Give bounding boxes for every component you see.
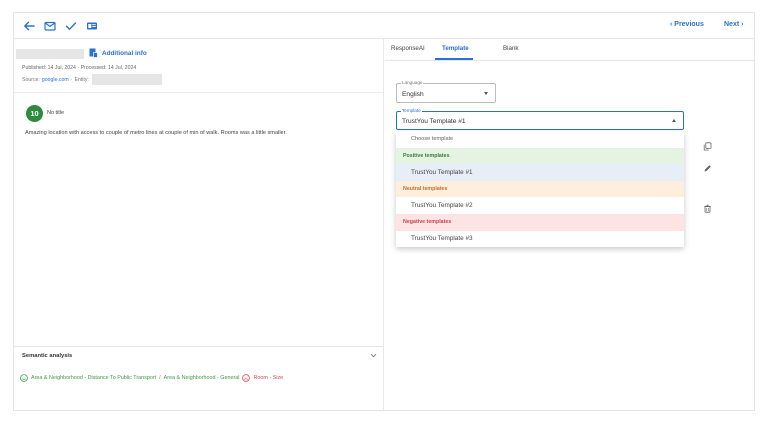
dropdown-option-template-1[interactable]: TrustYou Template #1 xyxy=(396,164,684,181)
copy-icon[interactable] xyxy=(703,142,712,151)
language-select[interactable]: Language English xyxy=(396,80,496,103)
dropdown-placeholder-option[interactable]: Choose template xyxy=(396,131,684,148)
check-icon[interactable] xyxy=(64,19,78,33)
additional-info-label: Additional info xyxy=(102,49,147,57)
review-text: Amazing location with access to couple o… xyxy=(25,130,287,136)
semantic-analysis-title: Semantic analysis xyxy=(22,353,73,359)
semantic-items: Area & Neighborhood - Distance To Public… xyxy=(20,374,283,382)
semantic-positive-item: Area & Neighborhood - Distance To Public… xyxy=(31,375,157,381)
toolbar: ‹ Previous Next › xyxy=(14,13,754,39)
group-header-negative: Negative templates xyxy=(396,213,684,231)
edit-pencil-icon[interactable] xyxy=(703,164,712,173)
semantic-negative-item: Room - Size xyxy=(253,375,284,381)
review-title: No title xyxy=(47,110,65,116)
mail-icon[interactable] xyxy=(43,19,57,33)
trash-icon[interactable] xyxy=(703,204,712,213)
sad-face-icon xyxy=(242,374,251,382)
caret-down-icon xyxy=(484,92,488,95)
app-frame: ‹ Previous Next › Additional info Publis… xyxy=(13,12,755,411)
template-dropdown-menu: Choose template Positive templates Trust… xyxy=(396,131,684,248)
tab-template[interactable]: Template xyxy=(442,45,469,52)
dates-line: Published: 14 Jul, 2024 · Processed: 14 … xyxy=(22,65,137,71)
dropdown-option-template-2[interactable]: TrustYou Template #2 xyxy=(396,197,684,214)
source-line: Source: google.com · Entity: xyxy=(22,74,162,85)
language-value: English xyxy=(402,91,424,98)
chevron-down-icon[interactable] xyxy=(369,351,378,360)
dropdown-option-template-3[interactable]: TrustYou Template #3 xyxy=(396,231,684,248)
caret-up-icon xyxy=(672,119,676,122)
back-arrow-icon[interactable] xyxy=(22,19,36,33)
next-button[interactable]: Next › xyxy=(724,21,743,28)
template-label: Template xyxy=(401,108,422,113)
divider xyxy=(385,60,754,61)
smiley-icon xyxy=(20,374,28,382)
card-icon[interactable] xyxy=(85,19,99,33)
source-label: Source: xyxy=(22,76,40,83)
tab-blank[interactable]: Blank xyxy=(503,45,518,52)
language-label: Language xyxy=(401,80,424,85)
additional-info-link[interactable]: Additional info xyxy=(89,48,147,58)
review-panel: Additional info Published: 14 Jul, 2024 … xyxy=(14,39,384,411)
semantic-separator: / xyxy=(159,375,161,381)
source-link[interactable]: google.com xyxy=(42,77,69,83)
group-header-neutral: Neutral templates xyxy=(396,180,684,198)
template-select[interactable]: Template TrustYou Template #1 xyxy=(396,108,684,130)
redacted-entity xyxy=(91,74,162,85)
redacted-name xyxy=(16,49,84,59)
published-date: Published: 14 Jul, 2024 xyxy=(22,65,76,71)
divider xyxy=(14,92,383,93)
divider xyxy=(14,346,383,347)
score-badge: 10 xyxy=(26,105,43,122)
processed-date: Processed: 14 Jul, 2024 xyxy=(80,65,137,71)
semantic-positive-item: Area & Neighborhood - General xyxy=(163,375,240,381)
entity-label: Entity: xyxy=(74,76,89,83)
document-icon xyxy=(89,48,98,58)
template-value: TrustYou Template #1 xyxy=(402,118,466,125)
tab-responseai[interactable]: ResponseAI xyxy=(391,45,425,52)
previous-button[interactable]: ‹ Previous xyxy=(670,21,704,28)
group-header-positive: Positive templates xyxy=(396,147,684,165)
response-panel: ResponseAI Template Blank Language Engli… xyxy=(385,39,754,411)
